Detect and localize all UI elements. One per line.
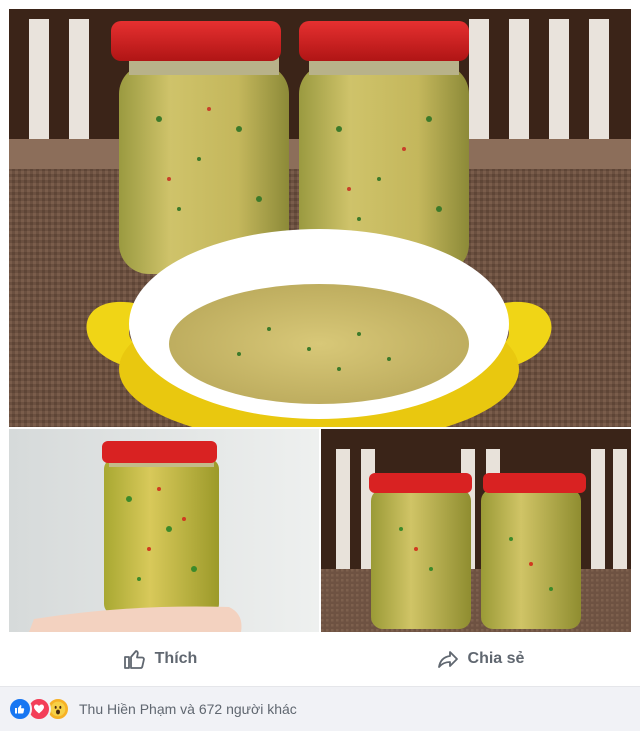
photo-two-jars[interactable] xyxy=(321,429,631,632)
share-arrow-icon xyxy=(437,651,458,668)
reactions-bar[interactable]: Thu Hiền Phạm và 672 người khác xyxy=(0,686,640,731)
share-button[interactable]: Chia sẻ xyxy=(320,647,640,671)
reaction-icons xyxy=(8,697,70,721)
action-bar: Thích Chia sẻ xyxy=(0,633,640,685)
main-photo[interactable] xyxy=(9,9,631,427)
thumbs-up-icon xyxy=(123,650,145,669)
photo-hand-jar[interactable] xyxy=(9,429,319,632)
reactions-summary[interactable]: Thu Hiền Phạm và 672 người khác xyxy=(79,701,297,717)
like-label: Thích xyxy=(154,650,198,667)
like-icon xyxy=(8,697,32,721)
like-button[interactable]: Thích xyxy=(0,647,320,671)
share-label: Chia sẻ xyxy=(467,650,525,667)
